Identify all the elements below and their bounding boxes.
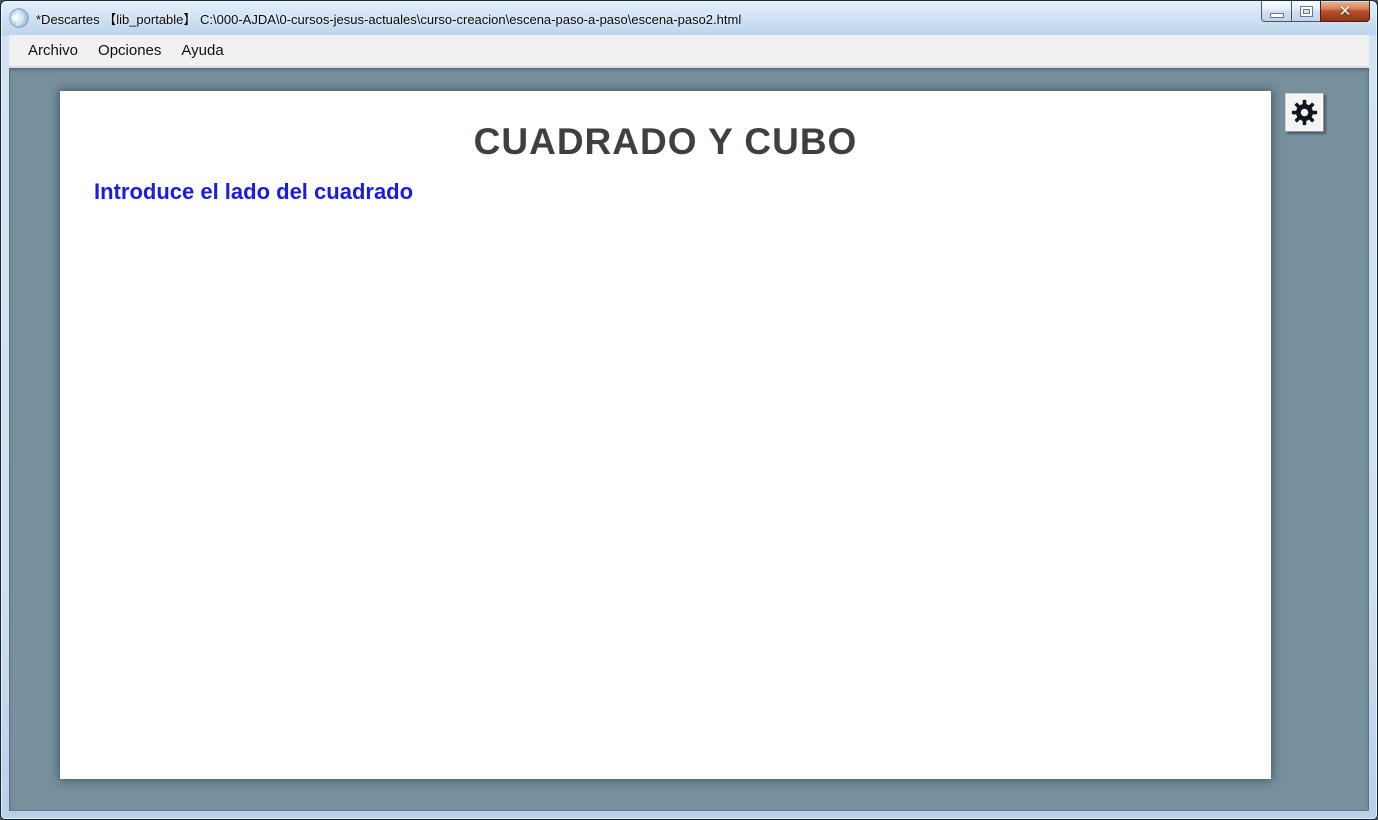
minimize-button[interactable] [1261, 1, 1292, 22]
close-button[interactable]: ✕ [1320, 1, 1370, 22]
window-title: *Descartes 【lib_portable】 C:\000-AJDA\0-… [36, 9, 741, 28]
maximize-button[interactable] [1291, 1, 1321, 22]
scene-title: CUADRADO Y CUBO [60, 121, 1271, 163]
scene-canvas: CUADRADO Y CUBO Introduce el lado del cu… [60, 91, 1271, 779]
maximize-icon [1301, 7, 1312, 16]
scene-config-button[interactable] [1285, 93, 1324, 132]
scene-prompt: Introduce el lado del cuadrado [94, 179, 1271, 205]
application-window: *Descartes 【lib_portable】 C:\000-AJDA\0-… [0, 0, 1378, 820]
gear-icon [1290, 98, 1319, 127]
minimize-icon [1271, 14, 1283, 17]
menu-item-ayuda[interactable]: Ayuda [171, 37, 233, 64]
menu-item-archivo[interactable]: Archivo [18, 37, 88, 64]
menubar: Archivo Opciones Ayuda [9, 35, 1369, 67]
descartes-logo-icon[interactable] [9, 8, 29, 28]
editor-background: CUADRADO Y CUBO Introduce el lado del cu… [9, 68, 1369, 811]
menu-item-opciones[interactable]: Opciones [88, 37, 171, 64]
window-controls: ✕ [1262, 1, 1370, 22]
titlebar[interactable]: *Descartes 【lib_portable】 C:\000-AJDA\0-… [1, 1, 1377, 35]
close-icon: ✕ [1339, 4, 1352, 19]
